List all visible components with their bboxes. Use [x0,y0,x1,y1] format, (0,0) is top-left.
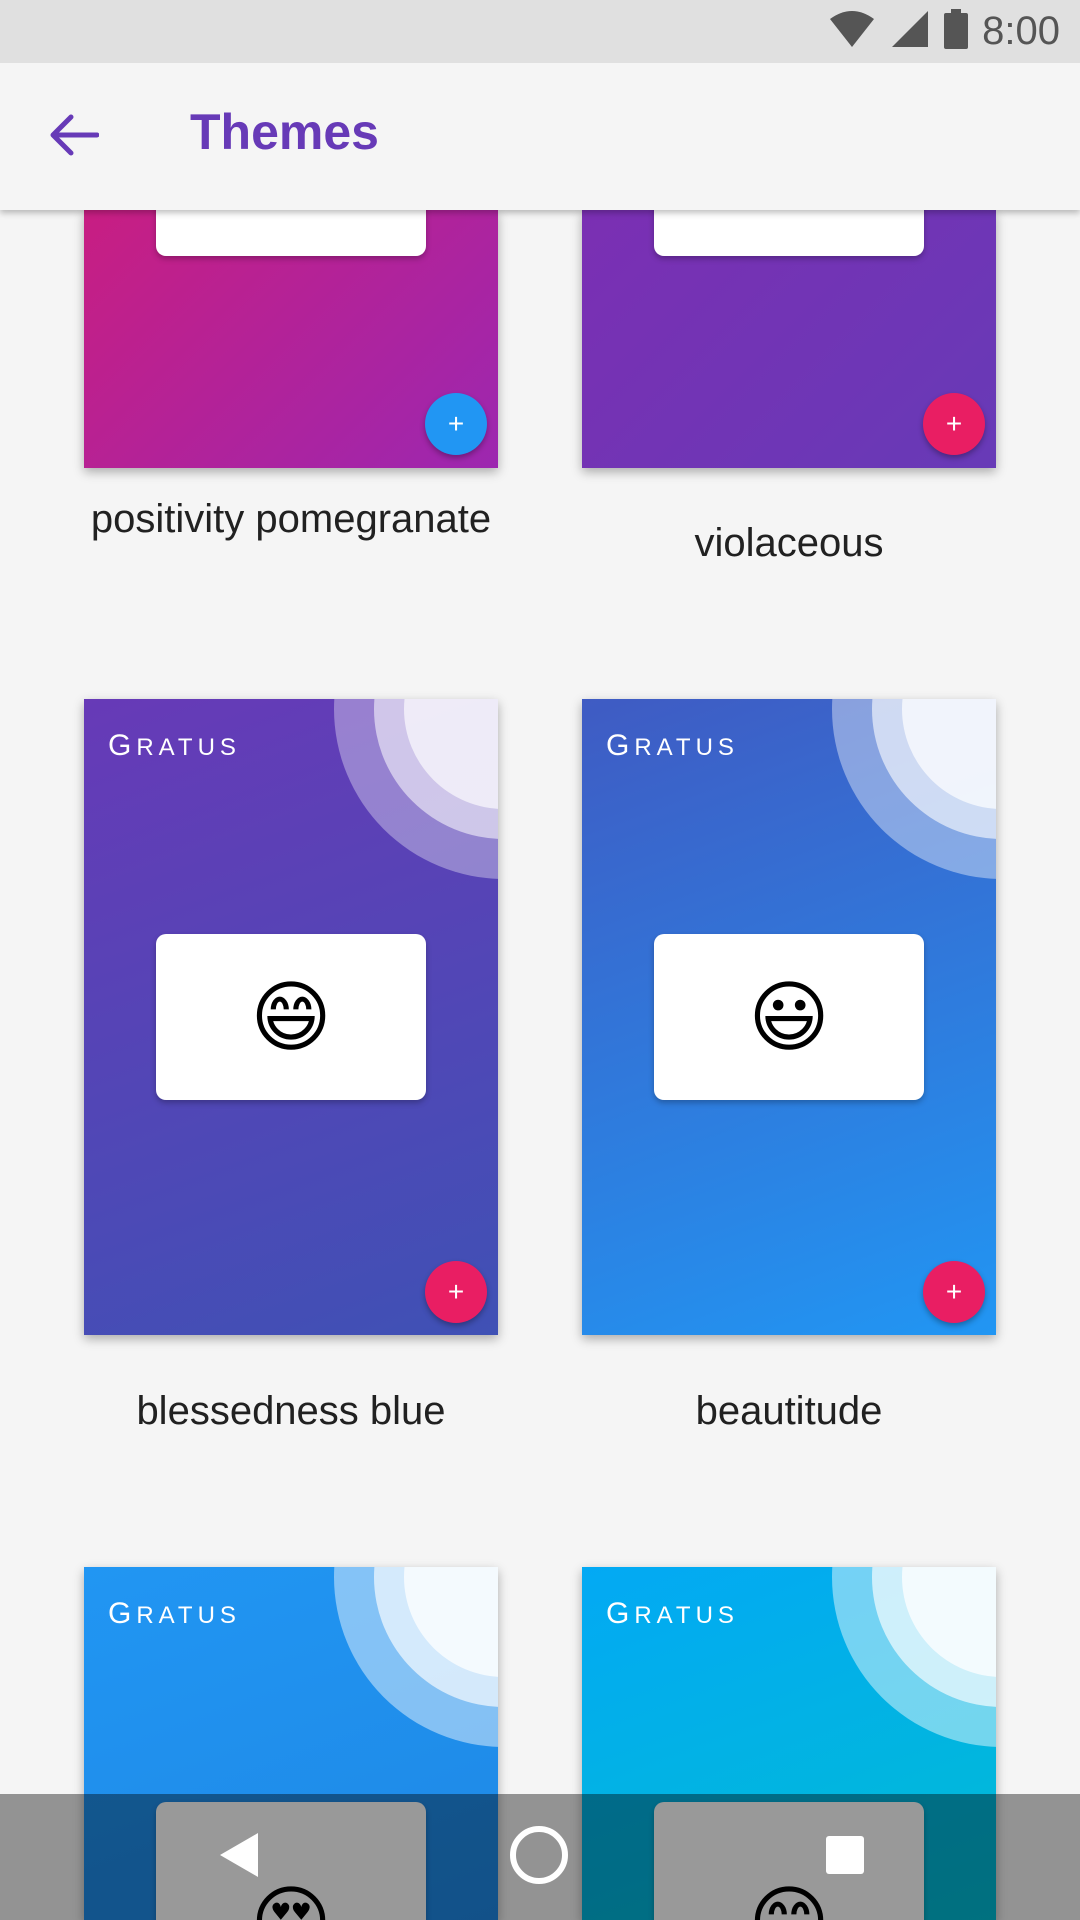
theme-name: beautitude [695,1389,883,1433]
app-bar: Themes [0,63,1080,210]
theme-name: violaceous [694,521,884,565]
add-fab: + [923,393,985,455]
theme-preview-box: 😄 [156,934,426,1100]
add-fab: + [923,1261,985,1323]
add-fab: + [425,1261,487,1323]
battery-icon [944,9,969,54]
emoji-icon: 😃 [748,972,830,1061]
brand-label: Gratus [606,1597,739,1630]
signal-icon [890,9,930,54]
brand-label: Gratus [108,729,241,762]
nav-back-button[interactable] [210,1827,270,1887]
theme-card-positivity-pomegranate[interactable]: + [84,210,498,468]
nav-recents-button[interactable] [815,1827,875,1887]
clock-text: 8:00 [982,9,1060,53]
brand-label: Gratus [108,1597,241,1630]
theme-preview-box: 😃 [654,934,924,1100]
nav-back-icon [218,1831,262,1884]
nav-home-icon [508,1824,570,1891]
theme-card-blessedness-blue[interactable]: Gratus 😄 + [84,699,498,1335]
page-title: Themes [190,104,379,160]
nav-home-button[interactable] [509,1825,569,1887]
nav-recents-icon [824,1834,866,1881]
theme-preview-box [654,210,924,256]
theme-name: positivity pomegranate [90,497,492,541]
status-bar: 8:00 [0,0,1080,63]
wifi-icon [828,9,876,54]
theme-name: blessedness blue [136,1389,446,1433]
theme-card-violaceous[interactable]: + [582,210,996,468]
brand-label: Gratus [606,729,739,762]
theme-preview-box [156,210,426,256]
arrow-back-icon [49,113,100,162]
theme-card-beautitude[interactable]: Gratus 😃 + [582,699,996,1335]
emoji-icon: 😄 [250,972,332,1061]
back-button[interactable] [32,95,116,179]
add-fab: + [425,393,487,455]
themes-grid: + positivity pomegranate + violaceous Gr… [0,0,1080,1920]
navigation-bar [0,1794,1080,1920]
